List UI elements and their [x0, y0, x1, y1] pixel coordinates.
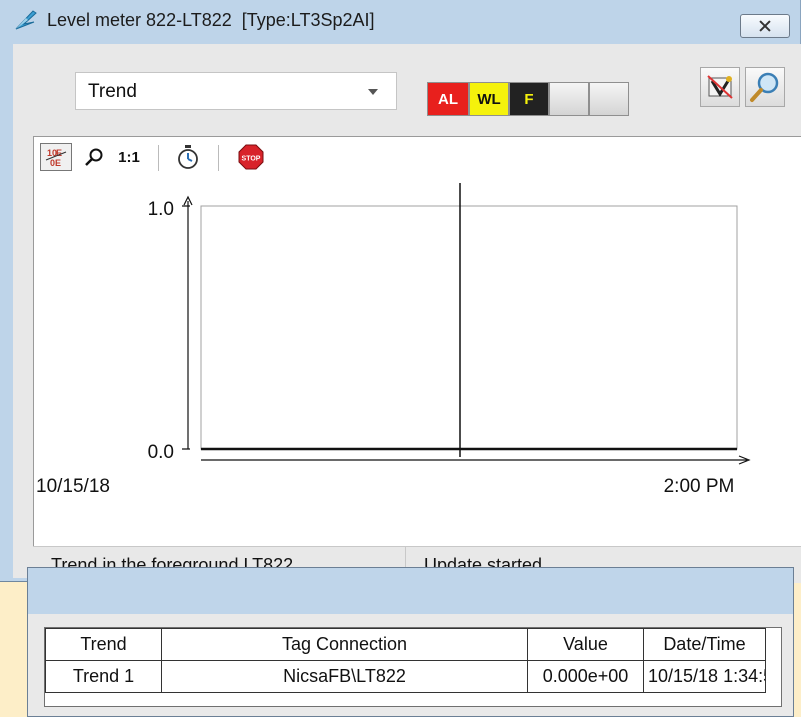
column-header-value[interactable]: Value	[527, 628, 644, 661]
toolbar-separator	[218, 145, 219, 171]
view-select[interactable]: Trend	[75, 72, 397, 110]
status-empty-1[interactable]	[549, 82, 589, 116]
table-header-row: Trend Tag Connection Value Date/Time	[45, 628, 766, 661]
y-tick-max: 1.0	[148, 199, 174, 220]
column-header-date-time[interactable]: Date/Time	[643, 628, 766, 661]
title-bar[interactable]: Level meter 822-LT822 [Type:LT3Sp2AI]	[0, 0, 801, 44]
status-fault-label: F	[524, 90, 534, 108]
table-row[interactable]: Trend 1 NicsaFB\LT822 0.000e+00 10/15/18…	[45, 660, 766, 693]
zoom-magnifier-button[interactable]	[745, 67, 785, 107]
cell-value-text: 0.000e+00	[542, 666, 629, 686]
toolbar-separator	[158, 145, 159, 171]
zoom-magnifier-icon	[750, 72, 779, 102]
trend-legend-window: Trend Tag Connection Value Date/Time Tre…	[27, 567, 794, 717]
faceplate-body: Trend AL WL F 10 E 0E 1:1 STOP 1.0 0.0 1…	[13, 44, 801, 583]
cell-date-time[interactable]: 10/15/18 1:34:58	[643, 660, 766, 693]
close-button[interactable]	[740, 14, 790, 38]
status-alarm-label: AL	[438, 90, 458, 108]
column-header-trend[interactable]: Trend	[45, 628, 162, 661]
x-start-date: 10/15/18	[36, 476, 110, 497]
faceplate-header: Trend AL WL F	[13, 44, 801, 128]
close-icon	[759, 20, 771, 32]
stopwatch-button[interactable]	[174, 143, 202, 171]
zoom-button[interactable]	[82, 143, 106, 171]
legend-table: Trend Tag Connection Value Date/Time Tre…	[45, 628, 766, 693]
one-to-one-label: 1:1	[118, 148, 140, 166]
cell-trend[interactable]: Trend 1	[45, 660, 162, 693]
x-axis	[201, 455, 751, 465]
status-empty-2[interactable]	[589, 82, 629, 116]
value-axis-toggle-button[interactable]: 10 E 0E	[40, 143, 72, 171]
status-warning-label: WL	[477, 90, 501, 108]
legend-table-container: Trend Tag Connection Value Date/Time Tre…	[44, 627, 782, 707]
chevron-down-icon	[368, 89, 378, 95]
column-header-tag-connection[interactable]: Tag Connection	[161, 628, 528, 661]
window-title: Level meter 822-LT822 [Type:LT3Sp2AI]	[47, 10, 375, 30]
status-alarm-limit[interactable]: AL	[427, 82, 469, 116]
tag-tool-button[interactable]	[700, 67, 740, 107]
faceplate-window: Level meter 822-LT822 [Type:LT3Sp2AI] Tr…	[0, 0, 801, 583]
stop-update-icon: STOP	[238, 144, 264, 170]
stop-label: STOP	[242, 156, 261, 163]
tag-tool-icon	[707, 75, 733, 99]
value-axis-toggle-icon: 10 E 0E	[45, 148, 67, 168]
stop-update-button[interactable]: STOP	[236, 143, 266, 171]
cell-tag-connection[interactable]: NicsaFB\LT822	[161, 660, 528, 693]
y-axis	[183, 195, 193, 449]
one-to-one-button[interactable]: 1:1	[114, 143, 144, 171]
svg-text:E: E	[56, 148, 62, 158]
plot-area	[200, 205, 738, 450]
status-warning-limit[interactable]: WL	[469, 82, 509, 116]
cell-value[interactable]: 0.000e+00	[527, 660, 644, 693]
trend-chart[interactable]: 1.0 0.0 10/15/18 2:00 PM	[34, 177, 801, 507]
cell-date-time-text: 10/15/18 1:34:58	[648, 666, 765, 686]
trend-toolbar: 10 E 0E 1:1 STOP	[34, 137, 801, 177]
status-fault[interactable]: F	[509, 82, 549, 116]
view-select-value: Trend	[88, 81, 137, 102]
legend-window-header	[28, 568, 793, 614]
zoom-icon	[85, 148, 103, 166]
svg-text:0E: 0E	[50, 158, 61, 168]
y-axis-ticks	[182, 205, 190, 450]
y-tick-min: 0.0	[148, 442, 174, 463]
x-tick-label: 2:00 PM	[664, 476, 735, 497]
stopwatch-icon	[178, 145, 198, 169]
faceplate-wing-icon	[15, 10, 37, 30]
trend-panel: 10 E 0E 1:1 STOP 1.0 0.0 10/15/18 2:00 P…	[33, 136, 801, 547]
